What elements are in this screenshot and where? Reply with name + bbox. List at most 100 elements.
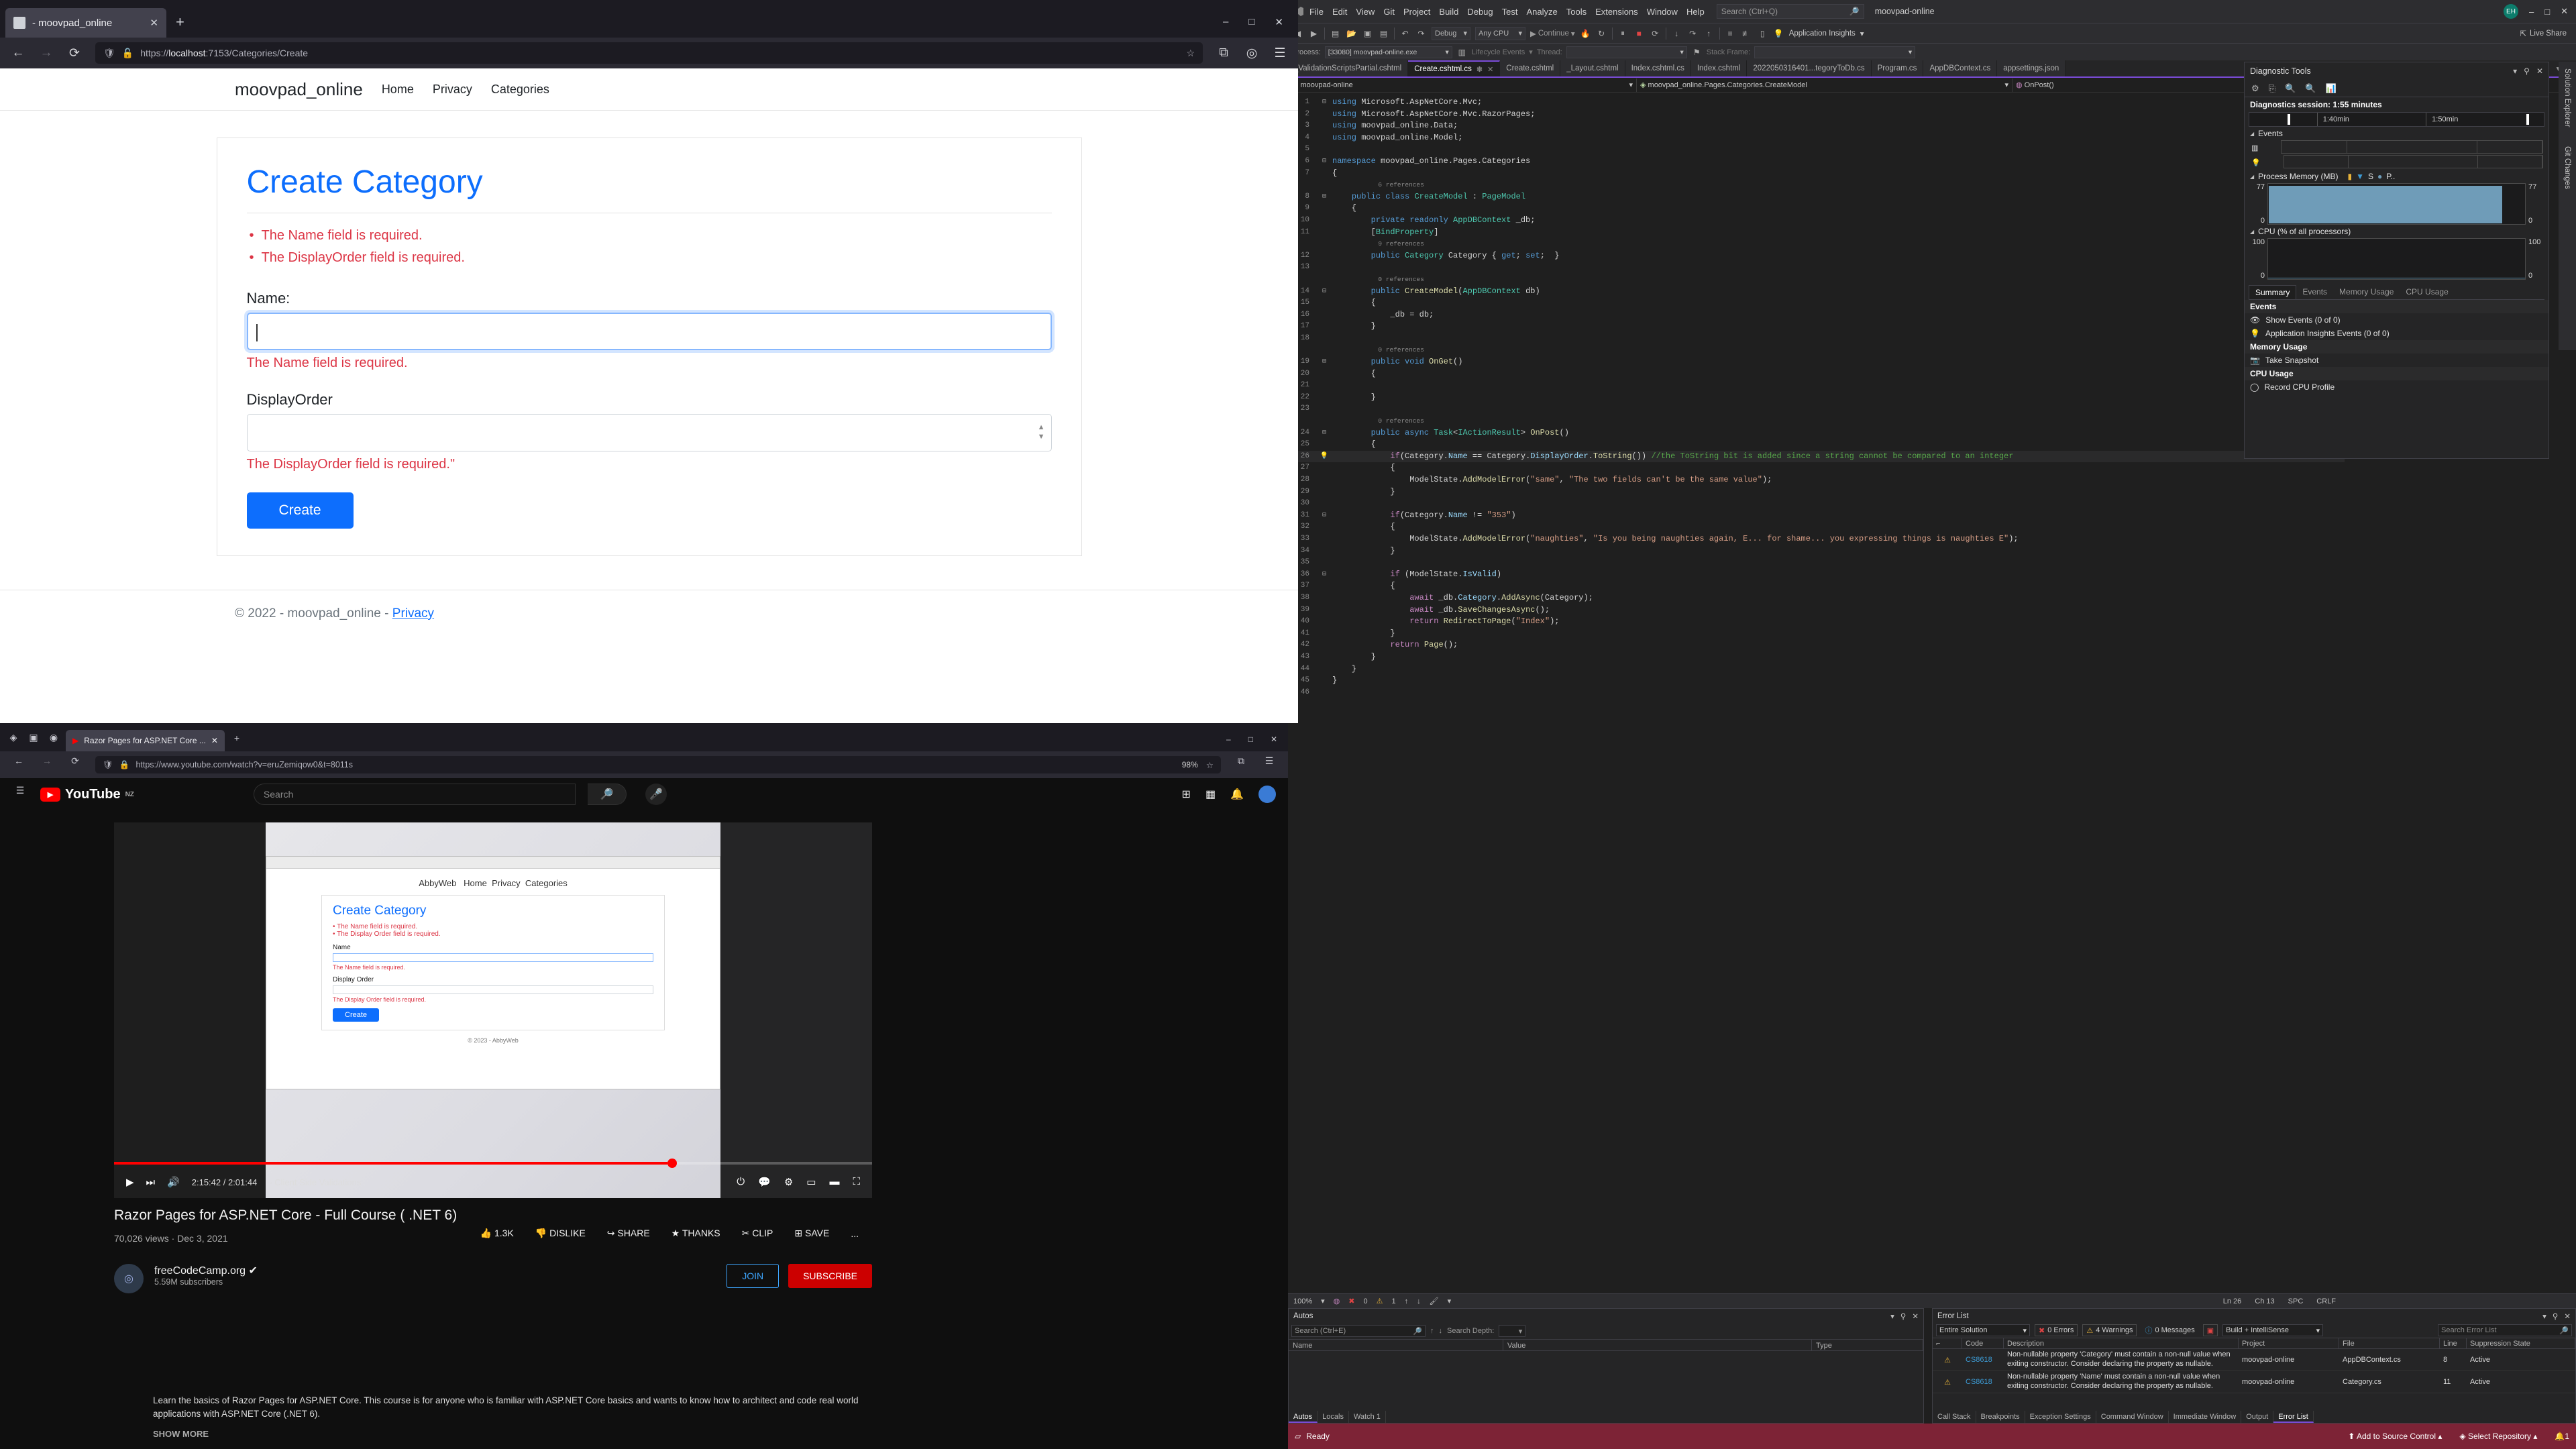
fold-toggle-icon[interactable]: ⊟	[1316, 427, 1332, 439]
extensions-icon[interactable]: ⧉	[1233, 755, 1249, 767]
shield-icon[interactable]: 🛡	[103, 48, 115, 59]
forward-nav-icon[interactable]: ▶	[1308, 28, 1320, 39]
stop-debugging-icon[interactable]: ■	[1633, 28, 1645, 39]
tab-program-cs[interactable]: Program.cs	[1871, 60, 1924, 76]
close-icon[interactable]: ✕	[2561, 6, 2568, 17]
code-line[interactable]: 36 ⊟ if (ModelState.IsValid)	[1288, 569, 2345, 581]
fold-toggle-icon[interactable]: ⊟	[1316, 510, 1332, 522]
code-line[interactable]: 18	[1288, 333, 2345, 345]
channel-avatar[interactable]: ◎	[114, 1264, 144, 1293]
name-input[interactable]	[246, 313, 1052, 350]
code-line[interactable]: 15 {	[1288, 297, 2345, 309]
menu-git[interactable]: Git	[1383, 7, 1395, 17]
tab-index-cshtml-cs[interactable]: Index.cshtml.cs	[1625, 60, 1691, 76]
fold-toggle-icon[interactable]: ⊟	[1316, 286, 1332, 298]
autos-col-name[interactable]: Name	[1289, 1340, 1503, 1350]
code-line[interactable]: 33 ModelState.AddModelError("naughties",…	[1288, 533, 2345, 545]
save-button[interactable]: ⊞ SAVE	[794, 1228, 829, 1239]
code-references-lens[interactable]: 9 references	[1288, 238, 2345, 250]
warnings-filter[interactable]: ⚠ 4 Warnings	[2082, 1324, 2137, 1336]
lock-icon[interactable]: 🔒	[119, 760, 130, 770]
err-col-file[interactable]: File	[2339, 1338, 2440, 1348]
reload-icon[interactable]: ⟳	[67, 755, 83, 767]
uncomment-icon[interactable]: ≢	[1741, 28, 1752, 39]
avatar[interactable]	[1258, 786, 1276, 803]
err-col-project[interactable]: Project	[2239, 1338, 2339, 1348]
number-stepper[interactable]: ▲ ▼	[1038, 423, 1045, 441]
autoplay-icon[interactable]: ⏻	[737, 1176, 745, 1188]
bookmark-tab-icon[interactable]: ▣	[25, 732, 42, 743]
search-down-icon[interactable]: ↓	[1439, 1327, 1443, 1335]
code-references-lens[interactable]: 0 references	[1288, 344, 2345, 356]
nav-link-privacy[interactable]: Privacy	[433, 83, 472, 97]
code-line[interactable]: 28 ModelState.AddModelError("same", "The…	[1288, 474, 2345, 486]
close-icon[interactable]: ✕	[1271, 735, 1277, 744]
code-line[interactable]: 4 using moovpad_online.Model;	[1288, 132, 2345, 144]
vs-menu-bar[interactable]: File Edit View Git Project Build Debug T…	[1309, 7, 1705, 17]
chevron-down-icon[interactable]: ▾	[1529, 48, 1533, 56]
miniplayer-icon[interactable]: ▭	[806, 1176, 816, 1188]
err-col-suppression[interactable]: Suppression State	[2467, 1338, 2575, 1348]
search-input[interactable]: Search	[253, 784, 576, 805]
code-line[interactable]: 39 await _db.SaveChangesAsync();	[1288, 604, 2345, 616]
code-line[interactable]: 14 ⊟ public CreateModel(AppDBContext db)	[1288, 286, 2345, 298]
code-line[interactable]: 2 using Microsoft.AspNetCore.Mvc.RazorPag…	[1288, 109, 2345, 121]
progress-bar[interactable]	[114, 1159, 872, 1168]
close-icon[interactable]: ✕	[1275, 16, 1283, 28]
err-col-description[interactable]: Description	[2004, 1338, 2239, 1348]
diagnostics-tabs[interactable]: Summary Events Memory Usage CPU Usage	[2249, 285, 2544, 300]
autos-col-type[interactable]: Type	[1812, 1340, 1923, 1350]
select-repository-button[interactable]: ◈ Select Repository ▴	[2459, 1432, 2537, 1441]
gear-icon[interactable]: ⚙	[2251, 83, 2259, 94]
navbar-type-dropdown[interactable]: ◈ moovpad_online.Pages.Categories.Create…	[1637, 78, 2012, 92]
diagnostic-toolbar[interactable]: ⚙ ⎘ 🔍 🔍 📊	[2245, 80, 2548, 97]
forward-arrow-icon[interactable]: →	[39, 46, 54, 60]
code-line[interactable]: 30	[1288, 498, 2345, 510]
bookmark-star-icon[interactable]: ☆	[1186, 48, 1195, 59]
code-line[interactable]: 5	[1288, 144, 2345, 156]
chevron-down-icon[interactable]: ▾	[2513, 66, 2517, 76]
tab-appsettings-json[interactable]: appsettings.json	[1997, 60, 2066, 76]
tab-layout-cshtml[interactable]: _Layout.cshtml	[1560, 60, 1625, 76]
sidebar-item-solution-explorer[interactable]: Solution Explorer	[2563, 68, 2571, 127]
menu-tools[interactable]: Tools	[1566, 7, 1587, 17]
lifecycle-events-icon[interactable]: ▥	[1456, 46, 1468, 58]
fold-toggle-icon[interactable]: ⊟	[1316, 156, 1332, 168]
config-dropdown[interactable]: Debug ▾	[1432, 26, 1470, 40]
menu-window[interactable]: Window	[1647, 7, 1678, 17]
extensions-icon[interactable]: ⧉	[1216, 46, 1231, 60]
new-tab-button[interactable]: +	[176, 13, 184, 31]
code-line[interactable]: 7{	[1288, 168, 2345, 180]
autos-search-row[interactable]: Search (Ctrl+E) 🔎 ↑ ↓ Search Depth: ▾	[1291, 1324, 1921, 1338]
code-editor[interactable]: 1 ⊟ using Microsoft.AspNetCore.Mvc; 2 using …	[1288, 97, 2345, 1291]
code-line[interactable]: 21	[1288, 380, 2345, 392]
maximize-icon[interactable]: □	[2544, 7, 2550, 17]
vs-search-box[interactable]: Search (Ctrl+Q) 🔎	[1716, 4, 1864, 19]
restart-debug-icon[interactable]: ⟳	[1650, 28, 1661, 39]
break-all-icon[interactable]: ⏸	[1617, 28, 1629, 39]
flag-icon[interactable]: ⚑	[1691, 46, 1703, 58]
table-row[interactable]: ⚠ CS8618 Non-nullable property 'Name' mu…	[1933, 1371, 2575, 1393]
panel-tab-error-list[interactable]: Error List	[2273, 1411, 2314, 1423]
code-cleanup-icon[interactable]: 🖌	[1430, 1297, 1439, 1305]
code-line[interactable]: 38 await _db.Category.AddAsync(Category)…	[1288, 592, 2345, 604]
code-line[interactable]: 20 {	[1288, 368, 2345, 380]
code-line[interactable]: 3 using moovpad_online.Data;	[1288, 120, 2345, 132]
like-button[interactable]: 👍 1.3K	[480, 1228, 514, 1239]
redo-icon[interactable]: ↷	[1415, 28, 1427, 39]
menu-help[interactable]: Help	[1686, 7, 1705, 17]
lightbulb-icon[interactable]: 💡	[1316, 451, 1332, 463]
error-code[interactable]: CS8618	[1962, 1354, 2004, 1365]
panel-tab-command-window[interactable]: Command Window	[2096, 1411, 2169, 1423]
live-share-button[interactable]: ⇱ Live Share	[2520, 29, 2572, 38]
code-line[interactable]: 34 }	[1288, 545, 2345, 557]
record-cpu-profile-row[interactable]: ◯ Record CPU Profile	[2245, 380, 2548, 394]
code-line[interactable]: 1 ⊟ using Microsoft.AspNetCore.Mvc;	[1288, 97, 2345, 109]
code-line[interactable]: 40 return RedirectToPage("Index");	[1288, 616, 2345, 628]
code-line[interactable]: 41 }	[1288, 628, 2345, 640]
step-over-icon[interactable]: ↷	[1687, 28, 1699, 39]
join-button[interactable]: JOIN	[727, 1264, 780, 1288]
new-project-icon[interactable]: ▤	[1330, 28, 1341, 39]
diag-tab-cpu-usage[interactable]: CPU Usage	[2400, 285, 2454, 299]
shield-icon[interactable]: 🛡	[103, 760, 113, 770]
